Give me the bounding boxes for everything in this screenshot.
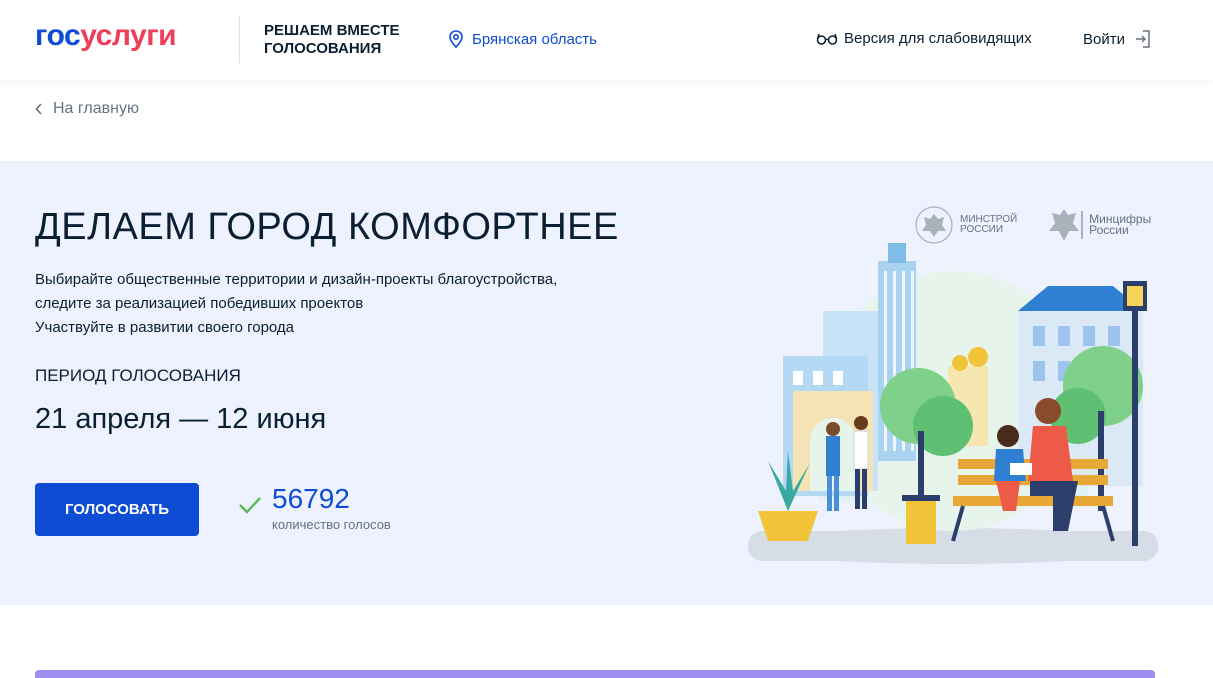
city-park-illustration [748,243,1158,564]
votes-count: 56792 [272,483,350,514]
ministries-logos: МИНСТРОЙ РОССИИ Минцифры России [914,205,1151,245]
login-label: Войти [1083,30,1125,48]
glasses-icon [816,33,838,45]
votes-counter: 56792 количество голосов [238,483,391,533]
minstroy-logo: МИНСТРОЙ РОССИИ [914,205,1017,245]
gosuslugi-logo[interactable]: госуслуги [35,18,177,54]
site-header: госуслуги РЕШАЕМ ВМЕСТЕ ГОЛОСОВАНИЯ Брян… [0,0,1213,80]
vote-button[interactable]: ГОЛОСОВАТЬ [35,483,199,536]
location-pin-icon [449,30,463,48]
checkmark-icon [239,497,261,514]
next-section-banner [35,670,1155,678]
coat-of-arms-icon [1049,209,1084,241]
hero-section: ДЕЛАЕМ ГОРОД КОМФОРТНЕЕ Выбирайте общест… [0,161,1213,605]
login-button[interactable]: Войти [1083,30,1151,48]
region-label: Брянская область [472,30,597,48]
accessibility-version-link[interactable]: Версия для слабовидящих [816,30,1032,47]
chevron-left-icon [35,103,42,115]
voting-period-label: ПЕРИОД ГОЛОСОВАНИЯ [35,366,241,385]
project-title: РЕШАЕМ ВМЕСТЕ ГОЛОСОВАНИЯ [264,22,400,57]
coat-of-arms-icon [915,206,953,244]
description-line: следите за реализацией победивших проект… [35,295,364,312]
logo-divider [239,15,240,63]
ministry-name: РОССИИ [960,224,1004,235]
voting-period-value: 21 апреля — 12 июня [35,403,327,435]
hero-title: ДЕЛАЕМ ГОРОД КОМФОРТНЕЕ [35,206,619,248]
votes-count-label: количество голосов [272,517,391,532]
logo-part-gos: гос [35,19,81,52]
back-to-main-link[interactable]: На главную [35,100,139,118]
accessibility-label: Версия для слабовидящих [844,30,1032,47]
description-line: Выбирайте общественные территории и диза… [35,271,558,288]
ministry-name: России [1089,223,1129,237]
description-line: Участвуйте в развитии своего города [35,319,295,336]
hero-description: Выбирайте общественные территории и диза… [35,268,635,340]
logo-part-uslugi: услуги [80,19,177,52]
mintsifry-logo: Минцифры России [1045,205,1151,245]
sign-in-icon [1135,30,1150,48]
back-label: На главную [53,100,139,117]
region-selector[interactable]: Брянская область [448,30,597,48]
